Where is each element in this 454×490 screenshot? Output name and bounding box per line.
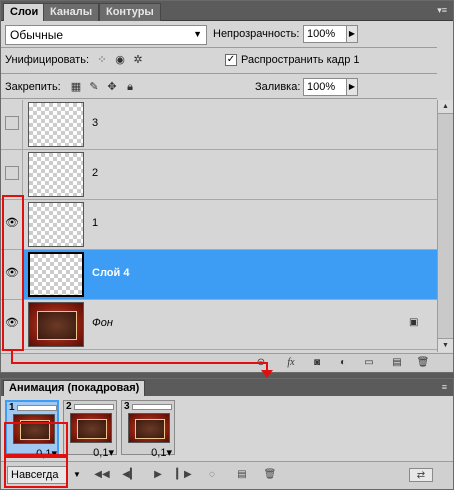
visibility-cell[interactable] xyxy=(1,100,23,149)
visibility-cell[interactable] xyxy=(1,150,23,199)
frame-thumbnail xyxy=(70,413,112,443)
opacity-dropdown-icon[interactable]: ▶ xyxy=(346,25,358,43)
highlight-frame-delay xyxy=(4,422,68,456)
propagate-label: Распространить кадр 1 xyxy=(241,54,360,66)
unify-style-icon[interactable]: ✲ xyxy=(131,53,145,67)
visibility-toggle-off[interactable] xyxy=(5,116,19,130)
scroll-up-icon[interactable]: ▲ xyxy=(438,100,453,114)
fill-label: Заливка: xyxy=(255,81,301,93)
frame-delay-value: 0,1 xyxy=(151,447,167,459)
frame-2[interactable]: 2 0,1▾ xyxy=(63,400,117,459)
lock-label: Закрепить: xyxy=(5,81,61,93)
frame-delay[interactable]: 0,1▾ xyxy=(122,446,176,459)
divider xyxy=(1,47,437,48)
layer-name: 2 xyxy=(92,167,99,179)
fill-input[interactable]: 100% xyxy=(303,78,347,96)
layer-name: Фон xyxy=(92,317,113,329)
frame-number: 2 xyxy=(66,401,72,412)
layer-list: 3 2 👁︎ 1 👁︎ Слой 4 👁︎ Фон ▣ xyxy=(1,100,437,352)
layers-scrollbar[interactable]: ▲ ▼ xyxy=(437,100,453,352)
layer-row[interactable]: 👁︎ 1 xyxy=(1,200,437,250)
lock-all-icon[interactable]: 🔒︎ xyxy=(123,80,137,94)
layer-thumbnail xyxy=(28,302,84,347)
tab-layers[interactable]: Слои xyxy=(3,3,46,21)
frame-delay[interactable]: 0,1▾ xyxy=(64,446,118,459)
propagate-checkbox[interactable]: ✓ xyxy=(225,54,237,66)
unify-position-icon[interactable]: ⁘ xyxy=(95,53,109,67)
prev-frame-icon[interactable]: ◀▎ xyxy=(121,468,139,482)
highlight-loop-select xyxy=(4,456,68,488)
opacity-label: Непрозрачность: xyxy=(213,28,300,40)
lock-brush-icon[interactable]: ✎ xyxy=(87,80,101,94)
frame-delay-value: 0,1 xyxy=(93,447,109,459)
mask-icon[interactable]: ◙ xyxy=(309,356,325,370)
layer-row[interactable]: 👁︎ Фон ▣ xyxy=(1,300,437,350)
layer-thumbnail xyxy=(28,202,84,247)
layer-row[interactable]: 2 xyxy=(1,150,437,200)
lock-transparency-icon[interactable]: ▦ xyxy=(69,80,83,94)
frame-3[interactable]: 3 0,1▾ xyxy=(121,400,175,459)
convert-timeline-icon[interactable]: ⇄ xyxy=(409,468,433,482)
blend-mode-value: Обычные xyxy=(10,28,64,42)
chevron-down-icon: ▼ xyxy=(193,29,202,39)
lock-icon: ▣ xyxy=(409,317,419,328)
layer-row[interactable]: 3 xyxy=(1,100,437,150)
frame-topbar xyxy=(74,404,114,410)
adjustment-icon[interactable]: ◐ xyxy=(335,356,351,370)
animation-footer: Навсегда ▼ ◀◀ ◀▎ ▶ ▎▶ ◌ ▤ 🗑︎ ⇄ xyxy=(1,461,453,489)
frame-topbar xyxy=(132,404,172,410)
tab-paths[interactable]: Контуры xyxy=(99,3,161,21)
new-layer-icon[interactable]: ▤ xyxy=(389,356,405,370)
play-icon[interactable]: ▶ xyxy=(149,468,167,482)
duplicate-frame-icon[interactable]: ▤ xyxy=(233,468,251,482)
panel-menu-icon[interactable]: ≡ xyxy=(435,382,447,392)
unify-label: Унифицировать: xyxy=(5,54,90,66)
chevron-down-icon[interactable]: ▼ xyxy=(73,470,81,479)
divider xyxy=(1,98,437,99)
lock-move-icon[interactable]: ✥ xyxy=(105,80,119,94)
arrow-down-icon xyxy=(261,370,273,378)
visibility-toggle-off[interactable] xyxy=(5,166,19,180)
layer-name: 1 xyxy=(92,217,99,229)
layers-tabbar: Слои Каналы Контуры ▾≡ xyxy=(1,1,453,21)
first-frame-icon[interactable]: ◀◀ xyxy=(93,468,111,482)
fill-dropdown-icon[interactable]: ▶ xyxy=(346,78,358,96)
animation-tabbar: Анимация (покадровая) ≡ xyxy=(1,379,453,396)
layer-name: 3 xyxy=(92,117,99,129)
tab-channels[interactable]: Каналы xyxy=(43,3,100,21)
layer-thumbnail xyxy=(28,102,84,147)
layer-thumbnail xyxy=(28,252,84,297)
layers-panel: Слои Каналы Контуры ▾≡ Обычные ▼ Непрозр… xyxy=(0,0,454,373)
next-frame-icon[interactable]: ▎▶ xyxy=(175,468,193,482)
layer-row-selected[interactable]: 👁︎ Слой 4 xyxy=(1,250,437,300)
tween-icon[interactable]: ◌ xyxy=(203,468,221,482)
panel-menu-icon[interactable]: ▾≡ xyxy=(435,5,447,15)
blend-mode-select[interactable]: Обычные ▼ xyxy=(5,25,207,45)
animation-panel: Анимация (покадровая) ≡ 1 0,1▾ 2 0,1▾ 3 … xyxy=(0,378,454,490)
scroll-down-icon[interactable]: ▼ xyxy=(438,338,453,352)
folder-icon[interactable]: ▭ xyxy=(361,356,377,370)
frame-number: 1 xyxy=(9,402,15,413)
frame-number: 3 xyxy=(124,401,130,412)
frame-thumbnail xyxy=(128,413,170,443)
opacity-input[interactable]: 100% xyxy=(303,25,347,43)
tab-animation[interactable]: Анимация (покадровая) xyxy=(3,380,146,396)
highlight-visibility-column xyxy=(2,195,24,351)
fx-icon[interactable]: fx xyxy=(283,356,299,370)
layer-thumbnail xyxy=(28,152,84,197)
layer-name: Слой 4 xyxy=(92,267,130,279)
divider xyxy=(1,73,437,74)
delete-frame-icon[interactable]: 🗑︎ xyxy=(261,468,279,482)
unify-visibility-icon[interactable]: ◉ xyxy=(113,53,127,67)
frame-topbar xyxy=(17,405,57,411)
highlight-connector xyxy=(11,362,268,364)
trash-icon[interactable]: 🗑︎ xyxy=(415,356,431,370)
